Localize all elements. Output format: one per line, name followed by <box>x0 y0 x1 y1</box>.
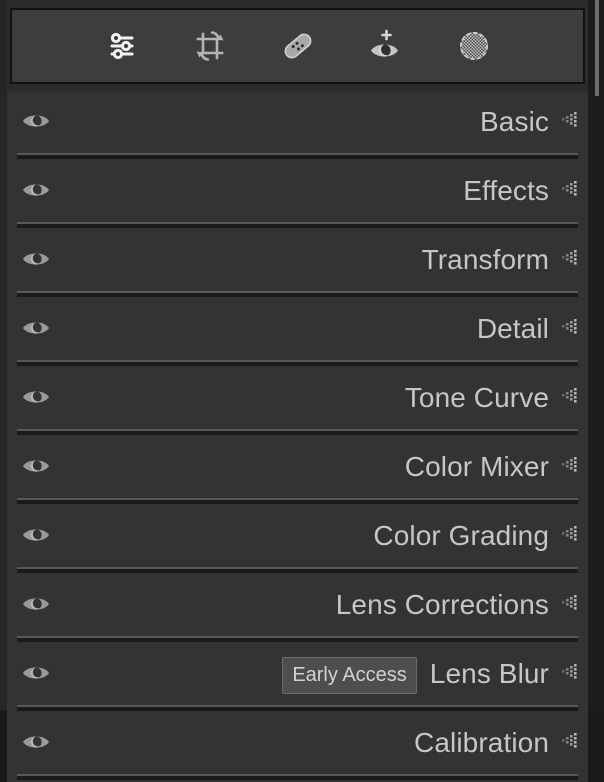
panel-separator <box>7 221 588 230</box>
panel-visibility-toggle-color-grading[interactable] <box>19 523 53 549</box>
panel-title-basic: Basic <box>480 106 549 137</box>
collapse-marker-icon[interactable] <box>562 179 579 203</box>
eye-icon <box>21 247 51 274</box>
panel-title-calibration: Calibration <box>414 727 549 758</box>
edit-toolbar-container <box>7 0 588 92</box>
panel-separator <box>7 773 588 782</box>
panel-row-right-lens-corrections: Lens Corrections <box>336 575 579 635</box>
panel-row-calibration[interactable]: Calibration <box>7 713 588 773</box>
eye-icon <box>21 178 51 205</box>
tool-button-crop-rotate[interactable] <box>187 23 233 69</box>
panel-separator <box>7 152 588 161</box>
collapse-marker-icon[interactable] <box>562 731 579 755</box>
eye-icon <box>21 385 51 412</box>
healing-brush-icon <box>278 26 318 66</box>
panel-row-transform[interactable]: Transform <box>7 230 588 290</box>
left-gutter <box>0 0 7 710</box>
panel-row-color-mixer[interactable]: Color Mixer <box>7 437 588 497</box>
panel-visibility-toggle-basic[interactable] <box>19 109 53 135</box>
panel-separator <box>7 566 588 575</box>
panel-row-detail[interactable]: Detail <box>7 299 588 359</box>
panel-title-effects: Effects <box>463 175 549 206</box>
collapse-marker-icon[interactable] <box>562 386 579 410</box>
panel-row-right-effects: Effects <box>463 161 579 221</box>
eye-icon <box>21 592 51 619</box>
panel-title-lens-blur: Lens Blur <box>429 658 549 689</box>
panel-row-basic[interactable]: Basic <box>7 92 588 152</box>
eye-icon <box>21 316 51 343</box>
tool-button-masking[interactable] <box>451 23 497 69</box>
panel-separator <box>7 497 588 506</box>
panel-visibility-toggle-tone-curve[interactable] <box>19 385 53 411</box>
panel-separator <box>7 428 588 437</box>
collapse-marker-icon[interactable] <box>562 248 579 272</box>
panel-row-tone-curve[interactable]: Tone Curve <box>7 368 588 428</box>
panel-separator <box>7 359 588 368</box>
panel-row-right-basic: Basic <box>480 92 579 152</box>
panel-title-detail: Detail <box>476 313 549 344</box>
panel-title-transform: Transform <box>421 244 549 275</box>
panel-title-lens-corrections: Lens Corrections <box>335 589 549 620</box>
panel-row-right-detail: Detail <box>477 299 579 359</box>
eye-icon <box>21 661 51 688</box>
edit-panel-column: Basic Effects Transform Detail Tone Curve Col… <box>7 0 588 782</box>
masking-icon <box>454 26 494 66</box>
collapse-marker-icon[interactable] <box>562 593 579 617</box>
edit-toolbar <box>10 8 585 84</box>
crop-rotate-icon <box>190 26 230 66</box>
panel-row-right-calibration: Calibration <box>414 713 579 773</box>
panel-row-right-lens-blur: Early Access Lens Blur <box>282 644 579 704</box>
collapse-marker-icon[interactable] <box>562 524 579 548</box>
early-access-badge: Early Access <box>282 656 417 694</box>
sliders-icon <box>102 26 142 66</box>
panel-visibility-toggle-effects[interactable] <box>19 178 53 204</box>
edit-panel-list: Basic Effects Transform Detail Tone Curve Col… <box>7 92 588 782</box>
panel-scrollbar-track[interactable] <box>588 0 604 710</box>
eye-icon <box>21 454 51 481</box>
panel-row-right-color-mixer: Color Mixer <box>405 437 579 497</box>
tool-button-red-eye[interactable] <box>363 23 409 69</box>
panel-row-right-tone-curve: Tone Curve <box>405 368 579 428</box>
tool-button-healing-brush[interactable] <box>275 23 321 69</box>
collapse-marker-icon[interactable] <box>562 317 579 341</box>
collapse-marker-icon[interactable] <box>562 455 579 479</box>
panel-row-lens-blur[interactable]: Early Access Lens Blur <box>7 644 588 704</box>
panel-visibility-toggle-calibration[interactable] <box>19 730 53 756</box>
panel-separator <box>7 704 588 713</box>
lightroom-edit-panel: Basic Effects Transform Detail Tone Curve Col… <box>0 0 604 782</box>
panel-visibility-toggle-lens-blur[interactable] <box>19 661 53 687</box>
tool-button-edit[interactable] <box>99 23 145 69</box>
panel-row-color-grading[interactable]: Color Grading <box>7 506 588 566</box>
panel-title-tone-curve: Tone Curve <box>404 382 549 413</box>
panel-visibility-toggle-color-mixer[interactable] <box>19 454 53 480</box>
panel-visibility-toggle-transform[interactable] <box>19 247 53 273</box>
panel-scrollbar-thumb[interactable] <box>595 0 599 96</box>
eye-icon <box>21 730 51 757</box>
panel-visibility-toggle-lens-corrections[interactable] <box>19 592 53 618</box>
panel-row-right-color-grading: Color Grading <box>373 506 579 566</box>
panel-separator <box>7 635 588 644</box>
panel-separator <box>7 290 588 299</box>
panel-row-effects[interactable]: Effects <box>7 161 588 221</box>
panel-row-lens-corrections[interactable]: Lens Corrections <box>7 575 588 635</box>
panel-visibility-toggle-detail[interactable] <box>19 316 53 342</box>
panel-title-color-grading: Color Grading <box>373 520 549 551</box>
red-eye-icon <box>366 26 406 66</box>
eye-icon <box>21 109 51 136</box>
collapse-marker-icon[interactable] <box>562 110 579 134</box>
panel-row-right-transform: Transform <box>422 230 579 290</box>
collapse-marker-icon[interactable] <box>562 662 579 686</box>
eye-icon <box>21 523 51 550</box>
panel-title-color-mixer: Color Mixer <box>404 451 549 482</box>
